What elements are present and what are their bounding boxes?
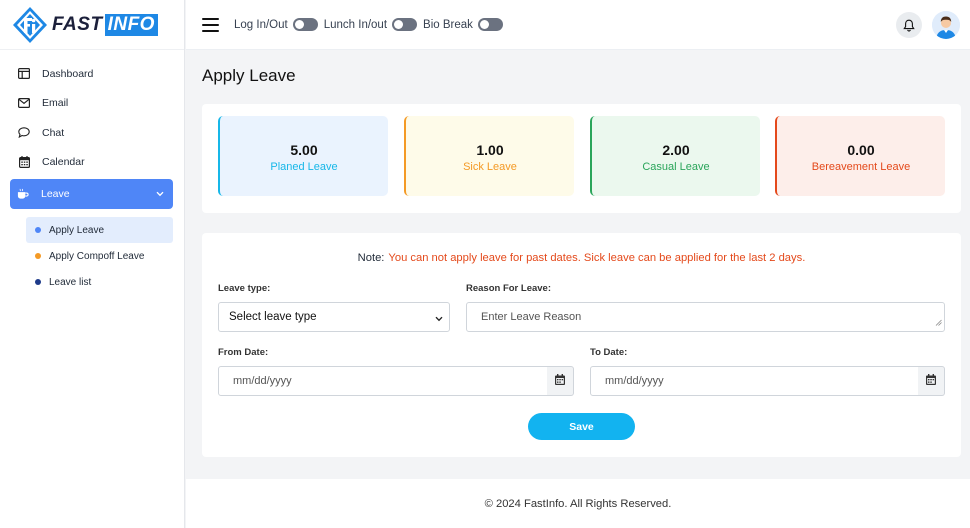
- leave-type-select[interactable]: Select leave type: [218, 302, 450, 332]
- from-date-calendar-button[interactable]: [547, 366, 574, 396]
- sidebar-item-dashboard[interactable]: Dashboard: [0, 59, 184, 89]
- bullet-dot-icon: [35, 253, 41, 259]
- from-date-placeholder: mm/dd/yyyy: [233, 375, 292, 387]
- chat-icon: [18, 127, 30, 139]
- stat-label: Sick Leave: [463, 160, 517, 173]
- from-date-label: From Date:: [218, 347, 269, 358]
- submenu-item-apply-compoff-leave[interactable]: Apply Compoff Leave: [26, 243, 173, 269]
- lunch-toggle[interactable]: [392, 18, 418, 31]
- to-date-label: To Date:: [590, 347, 628, 358]
- top-header: Log In/Out Lunch In/out Bio Break: [186, 0, 970, 50]
- calendar-icon: [926, 372, 936, 390]
- stat-card-casual-leave[interactable]: 2.00 Casual Leave: [590, 116, 760, 196]
- coffee-icon: [17, 188, 29, 200]
- submenu-item-apply-leave[interactable]: Apply Leave: [26, 217, 173, 243]
- from-date-input[interactable]: mm/dd/yyyy: [218, 366, 548, 396]
- stat-card-planned-leave[interactable]: 5.00 Planed Leave: [218, 116, 388, 196]
- apply-leave-form: Note: You can not apply leave for past da…: [202, 233, 961, 457]
- stat-label: Bereavement Leave: [811, 160, 911, 173]
- bullet-dot-icon: [35, 279, 41, 285]
- login-toggle[interactable]: [292, 18, 318, 31]
- bullet-dot-icon: [35, 227, 41, 233]
- stat-value: 0.00: [847, 141, 875, 158]
- brand-logo[interactable]: FAST INFO: [0, 0, 184, 50]
- form-note: Note: You can not apply leave for past da…: [202, 252, 961, 264]
- logo-icon: [11, 6, 49, 44]
- mail-icon: [18, 97, 30, 109]
- chevron-down-icon: [156, 188, 164, 200]
- sidebar: FAST INFO Dashboard Email Chat Calendar …: [0, 0, 185, 528]
- copyright-text: © 2024 FastInfo. All Rights Reserved.: [484, 497, 672, 510]
- toggle-label-bio-break: Bio Break: [423, 18, 473, 31]
- status-toggles: Log In/Out Lunch In/out Bio Break: [234, 18, 509, 31]
- menu-toggle-icon[interactable]: [202, 17, 219, 32]
- footer: © 2024 FastInfo. All Rights Reserved.: [186, 479, 970, 528]
- calendar-icon: [18, 156, 30, 169]
- to-date-calendar-button[interactable]: [918, 366, 945, 396]
- submenu-item-label: Leave list: [49, 276, 92, 288]
- bio-break-toggle[interactable]: [477, 18, 503, 31]
- submenu-item-label: Apply Leave: [49, 224, 105, 236]
- sidebar-item-label: Email: [42, 97, 69, 110]
- sidebar-item-email[interactable]: Email: [0, 89, 184, 119]
- sidebar-item-label: Leave: [41, 188, 70, 200]
- reason-label: Reason For Leave:: [466, 283, 551, 294]
- stat-card-bereavement-leave[interactable]: 0.00 Bereavement Leave: [775, 116, 945, 196]
- stat-label: Planed Leave: [270, 160, 338, 173]
- leave-type-label: Leave type:: [218, 283, 271, 294]
- chevron-down-icon: [435, 313, 443, 325]
- to-date-placeholder: mm/dd/yyyy: [605, 375, 664, 387]
- stat-value: 1.00: [476, 141, 504, 158]
- sidebar-item-leave[interactable]: Leave: [10, 179, 173, 209]
- to-date-input[interactable]: mm/dd/yyyy: [590, 366, 919, 396]
- sidebar-item-label: Calendar: [42, 156, 85, 169]
- sidebar-item-chat[interactable]: Chat: [0, 118, 184, 148]
- sidebar-item-label: Dashboard: [42, 67, 94, 80]
- submenu-item-label: Apply Compoff Leave: [49, 250, 145, 262]
- stat-value: 2.00: [662, 141, 690, 158]
- reason-placeholder: Enter Leave Reason: [481, 311, 582, 323]
- submenu-item-leave-list[interactable]: Leave list: [26, 269, 173, 295]
- toggle-label-lunch: Lunch In/out: [323, 18, 388, 31]
- stat-card-sick-leave[interactable]: 1.00 Sick Leave: [404, 116, 574, 196]
- leave-balance-cards: 5.00 Planed Leave 1.00 Sick Leave 2.00 C…: [202, 104, 961, 213]
- stat-value: 5.00: [290, 141, 318, 158]
- note-text: You can not apply leave for past dates. …: [388, 252, 806, 264]
- toggle-label-login: Log In/Out: [234, 18, 288, 31]
- notification-bell-icon[interactable]: [896, 12, 922, 38]
- leave-submenu: Apply Leave Apply Compoff Leave Leave li…: [0, 217, 184, 295]
- dashboard-icon: [18, 68, 30, 80]
- user-avatar[interactable]: [932, 11, 960, 39]
- stat-label: Casual Leave: [642, 160, 710, 173]
- sidebar-item-calendar[interactable]: Calendar: [0, 148, 184, 178]
- sidebar-nav: Dashboard Email Chat Calendar Leave Appl…: [0, 50, 184, 295]
- reason-textarea[interactable]: Enter Leave Reason: [466, 302, 945, 332]
- note-label: Note:: [357, 252, 385, 264]
- page-title: Apply Leave: [202, 66, 296, 85]
- calendar-icon: [555, 372, 565, 390]
- brand-name: FAST INFO: [52, 13, 158, 36]
- sidebar-item-label: Chat: [42, 126, 65, 139]
- leave-type-value: Select leave type: [229, 311, 317, 323]
- save-button[interactable]: Save: [528, 413, 635, 440]
- resize-handle-icon[interactable]: [935, 317, 942, 329]
